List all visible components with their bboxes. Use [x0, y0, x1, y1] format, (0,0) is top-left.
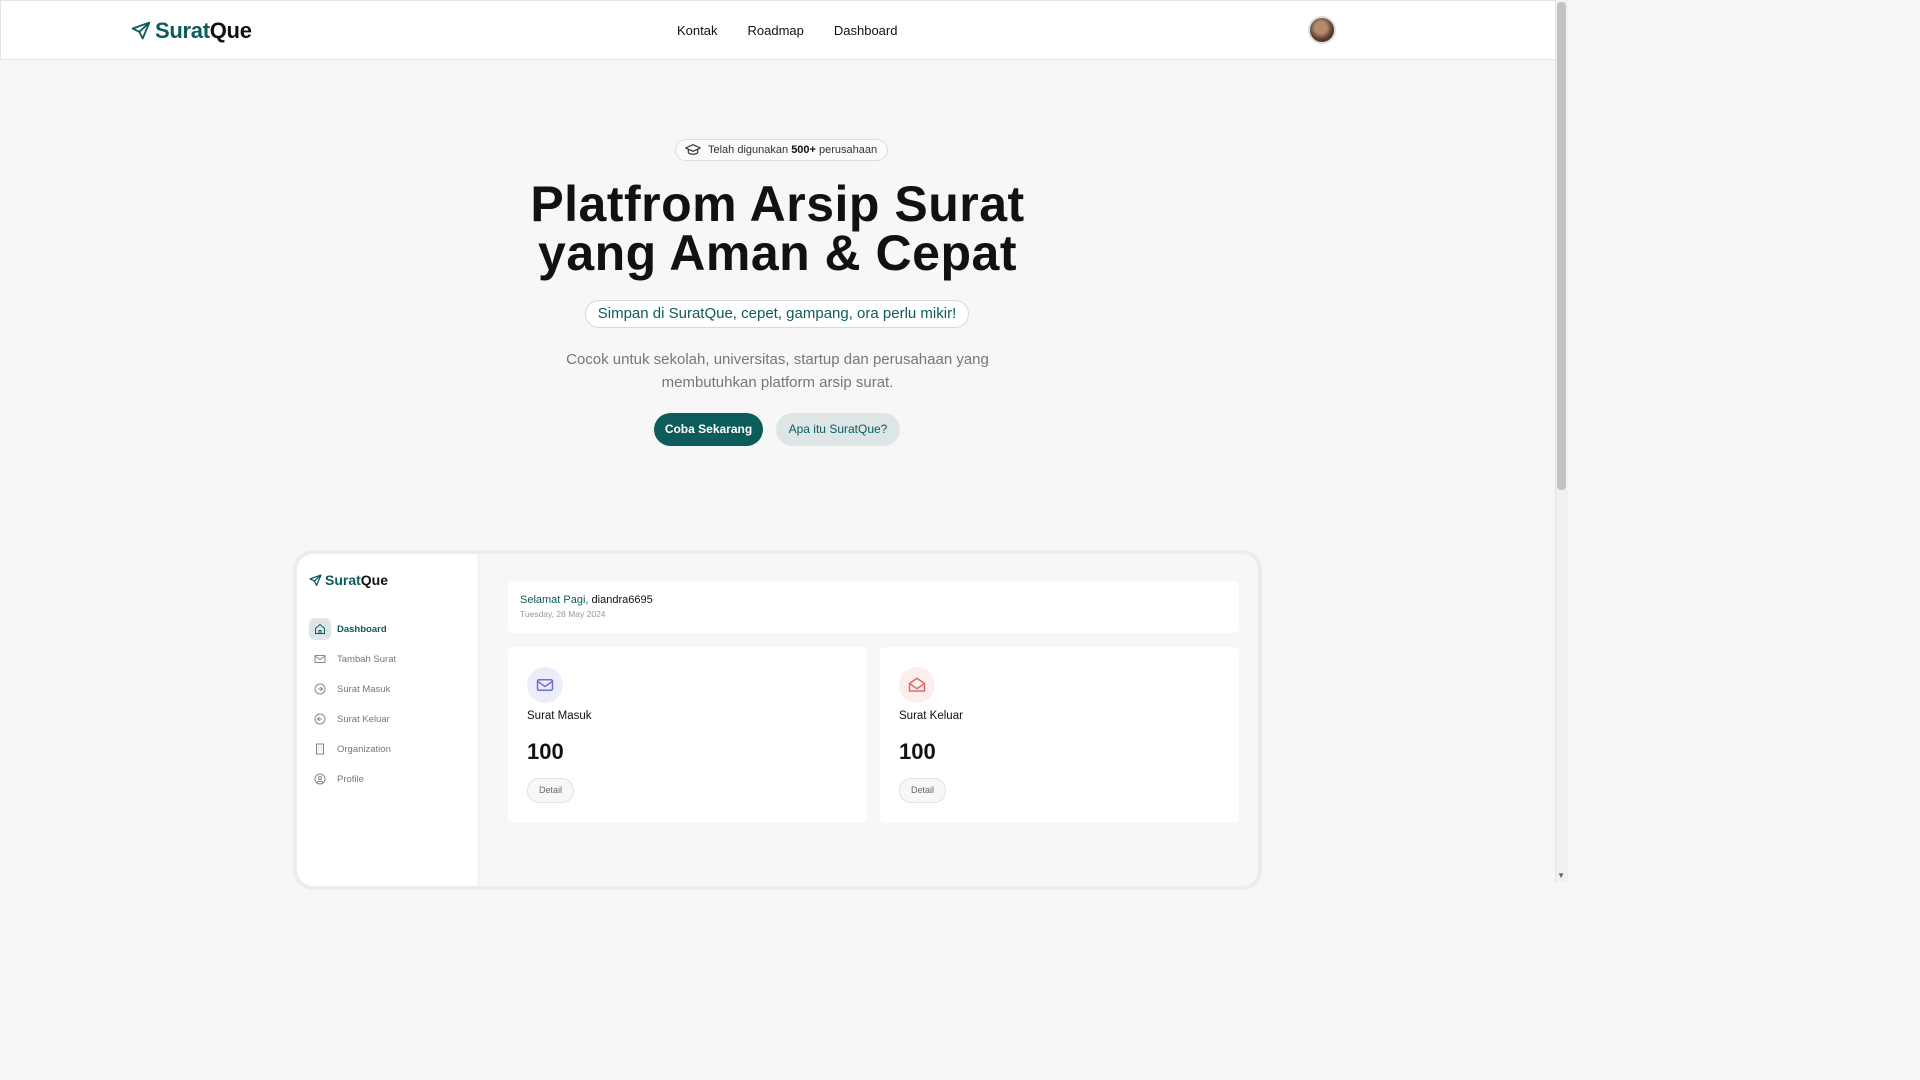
- badge-count: 500+: [791, 144, 816, 156]
- detail-button[interactable]: Detail: [899, 778, 946, 803]
- stat-card-surat-keluar: Surat Keluar 100 Detail: [880, 647, 1239, 823]
- hero-title: Platfrom Arsip Surat yang Aman & Cepat: [0, 176, 1555, 281]
- sidebar-item-organization[interactable]: Organization: [309, 734, 396, 764]
- paper-plane-icon: [309, 573, 322, 586]
- brand-logo[interactable]: Surat Que: [131, 18, 252, 44]
- username: diandra6695: [588, 594, 653, 606]
- stat-title: Surat Masuk: [527, 710, 592, 722]
- sidebar-item-label: Organization: [337, 743, 391, 755]
- graduation-cap-icon: [685, 144, 701, 155]
- user-circle-icon: [309, 768, 331, 790]
- page-scrollbar[interactable]: ▼: [1555, 0, 1568, 882]
- hero-title-line-2: yang Aman & Cepat: [538, 225, 1017, 281]
- hero-tagline: Simpan di SuratQue, cepet, gampang, ora …: [585, 300, 969, 328]
- sidebar-item-label: Dashboard: [337, 623, 387, 635]
- home-icon: [309, 618, 331, 640]
- arrow-left-circle-icon: [309, 708, 331, 730]
- top-navbar: Surat Que Kontak Roadmap Dashboard: [0, 0, 1555, 60]
- greeting-text: Selamat Pagi,: [520, 594, 589, 606]
- envelope-open-icon: [899, 667, 935, 703]
- sidebar-item-label: Tambah Surat: [337, 653, 397, 665]
- logo-text-que: Que: [209, 18, 252, 43]
- sidebar-item-label: Surat Masuk: [337, 683, 391, 695]
- user-avatar[interactable]: [1308, 16, 1336, 44]
- building-icon: [309, 738, 331, 760]
- envelope-icon: [527, 667, 563, 703]
- nav-link-dashboard[interactable]: Dashboard: [834, 23, 898, 38]
- paper-plane-icon: [131, 21, 151, 40]
- sidebar-item-surat-masuk[interactable]: Surat Masuk: [309, 674, 396, 704]
- stat-title: Surat Keluar: [899, 710, 963, 722]
- sidebar-item-label: Profile: [337, 773, 364, 785]
- scroll-down-arrow-icon[interactable]: ▼: [1557, 871, 1565, 880]
- try-now-button[interactable]: Coba Sekarang: [654, 413, 763, 446]
- stat-value: 100: [899, 739, 936, 764]
- preview-logo-que: Que: [360, 572, 389, 588]
- preview-logo-surat: Surat: [325, 572, 361, 588]
- nav-link-roadmap[interactable]: Roadmap: [747, 23, 803, 38]
- sidebar-item-tambah-surat[interactable]: Tambah Surat: [309, 644, 396, 674]
- badge-suffix: perusahaan: [815, 144, 878, 156]
- sidebar-item-profile[interactable]: Profile: [309, 764, 396, 794]
- nav-link-kontak[interactable]: Kontak: [677, 23, 717, 38]
- usage-badge: Telah digunakan 500+ perusahaan: [675, 139, 889, 161]
- dashboard-preview: Surat Que Dashboard Tambah Surat Surat Ma…: [293, 550, 1262, 890]
- detail-button[interactable]: Detail: [527, 778, 574, 803]
- greeting-panel: Selamat Pagi, diandra6695 Tuesday, 28 Ma…: [508, 581, 1239, 633]
- badge-prefix: Telah digunakan: [708, 144, 792, 156]
- current-date: Tuesday, 28 May 2024: [520, 609, 606, 619]
- what-is-suratque-button[interactable]: Apa itu SuratQue?: [776, 413, 900, 446]
- sidebar-item-label: Surat Keluar: [337, 713, 390, 725]
- mail-icon: [309, 648, 331, 670]
- preview-sidebar: Surat Que Dashboard Tambah Surat Surat Ma…: [297, 554, 479, 886]
- stat-value: 100: [527, 739, 564, 764]
- preview-logo: Surat Que: [309, 572, 388, 588]
- stat-card-surat-masuk: Surat Masuk 100 Detail: [508, 647, 867, 823]
- arrow-right-circle-icon: [309, 678, 331, 700]
- sidebar-item-surat-keluar[interactable]: Surat Keluar: [309, 704, 396, 734]
- hero-description: Cocok untuk sekolah, universitas, startu…: [566, 351, 989, 391]
- scrollbar-thumb[interactable]: [1557, 2, 1566, 490]
- sidebar-item-dashboard[interactable]: Dashboard: [309, 614, 396, 644]
- hero-title-line-1: Platfrom Arsip Surat: [530, 176, 1025, 232]
- logo-text-surat: Surat: [155, 18, 210, 43]
